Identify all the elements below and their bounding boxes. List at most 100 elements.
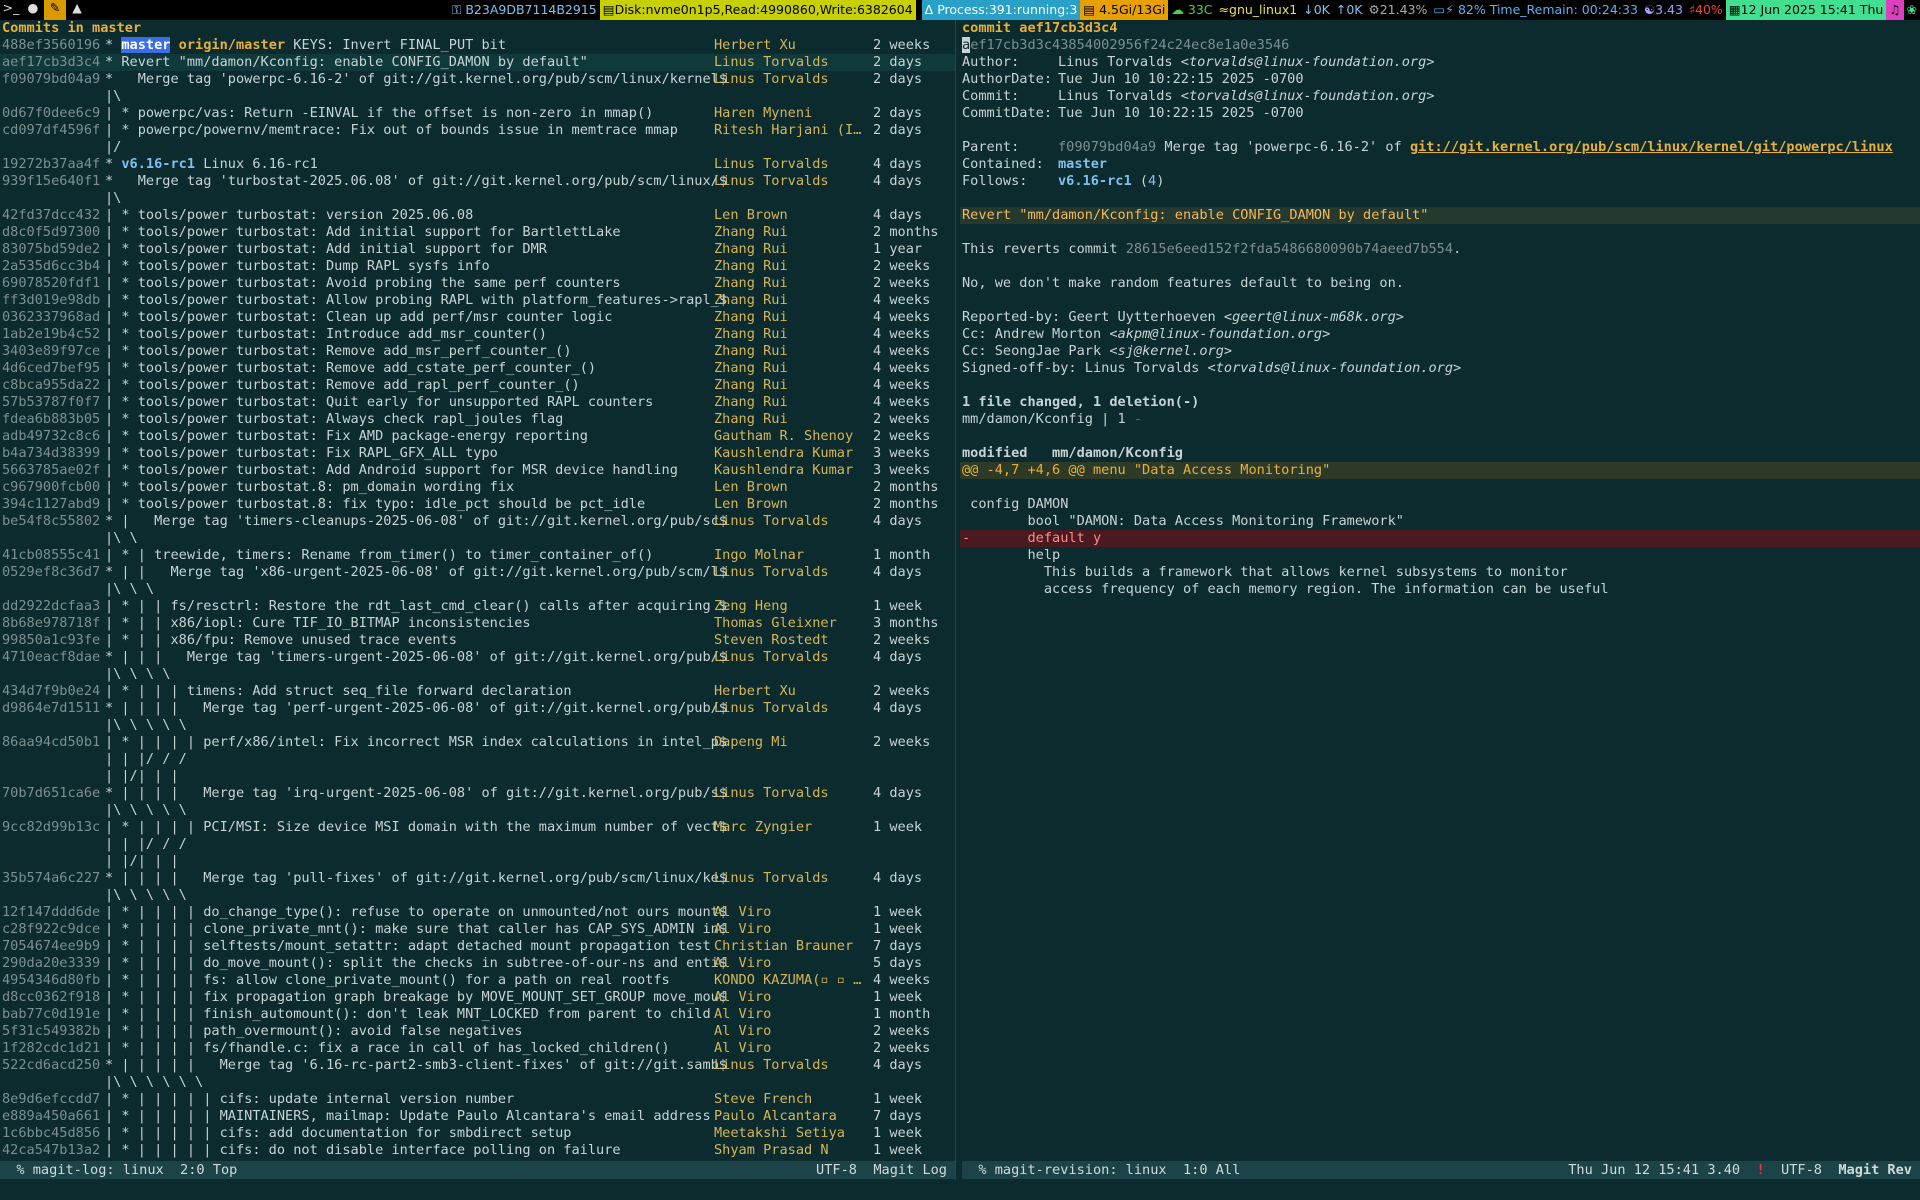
tag-ref[interactable]: v6.16-rc1 — [1058, 173, 1132, 189]
commit-row[interactable]: e889a450a661 | * | | | | | MAINTAINERS, m… — [0, 1108, 955, 1125]
commit-row[interactable]: 12f147ddd6de | * | | | | do_change_type()… — [0, 904, 955, 921]
diffstat-file[interactable]: mm/damon/Kconfig | 1 - — [960, 411, 1920, 428]
commit-row[interactable]: 0529ef8c36d7 * | | Merge tag 'x86-urgent-… — [0, 564, 955, 581]
commit-row[interactable]: 5f31c549382b | * | | | | path_overmount()… — [0, 1023, 955, 1040]
commit-list[interactable]: 488ef3560196 * master origin/master KEYS:… — [0, 37, 955, 1159]
commit-message: * | | | Merge tag 'timers-urgent-2025-06… — [105, 649, 727, 666]
diff-hunk-header[interactable]: @@ -4,7 +4,6 @@ menu "Data Access Monito… — [960, 462, 1920, 479]
parent-hash[interactable]: f09079bd04a9 — [1058, 139, 1156, 155]
tag-ref[interactable]: v6.16-rc1 — [121, 156, 195, 172]
gear-icon: ⚙ — [1368, 2, 1380, 17]
diff-file-header[interactable]: modified mm/damon/Kconfig — [960, 445, 1920, 462]
commit-author: Zhang Rui — [714, 241, 788, 257]
commit-row[interactable]: 394c1127abd9 | * tools/power turbostat.8:… — [0, 496, 955, 513]
commit-row[interactable]: fdea6b883b05 | * tools/power turbostat: A… — [0, 411, 955, 428]
commit-row[interactable]: d9864e7d1511 * | | | | Merge tag 'perf-ur… — [0, 700, 955, 717]
commit-row[interactable]: 4d6ced7bef95 | * tools/power turbostat: R… — [0, 360, 955, 377]
commit-row[interactable]: 41cb08555c41 | * | treewide, timers: Rena… — [0, 547, 955, 564]
commit-summary[interactable]: Revert "mm/damon/Kconfig: enable CONFIG_… — [960, 207, 1920, 224]
commit-row[interactable]: c8bca955da22 | * tools/power turbostat: R… — [0, 377, 955, 394]
commit-row[interactable]: cd097df4596f | * powerpc/powernv/memtrace… — [0, 122, 955, 139]
commit-row[interactable]: 5663785ae02f | * tools/power turbostat: A… — [0, 462, 955, 479]
commit-author: Marc Zyngier — [714, 819, 813, 835]
diff-context-line[interactable]: access frequency of each memory region. … — [960, 581, 1920, 598]
magit-log-pane[interactable]: Commits in master 488ef3560196 * master o… — [0, 20, 955, 1180]
commit-row[interactable]: 35b574a6c227 * | | | | Merge tag 'pull-fi… — [0, 870, 955, 887]
graph-row: |\ — [0, 88, 955, 105]
commit-row[interactable]: 1ab2e19b4c52 | * tools/power turbostat: I… — [0, 326, 955, 343]
arrow-up-icon: ↑ — [1335, 2, 1347, 17]
diff-context-line[interactable]: help — [960, 547, 1920, 564]
diff-context-line[interactable]: config DAMON — [960, 496, 1920, 513]
commit-row[interactable]: 434d7f9b0e24 | * | | | timens: Add struct… — [0, 683, 955, 700]
commit-row[interactable]: 290da20e3339 | * | | | | do_move_mount():… — [0, 955, 955, 972]
reverted-hash[interactable]: 28615e6eed152f2fda5486680090b74aeed7b554 — [1126, 241, 1453, 257]
commit-row[interactable]: 7054674ee9b9 | * | | | | selftests/mount_… — [0, 938, 955, 955]
commit-hash: 7054674ee9b9 — [2, 938, 101, 954]
circle-icon[interactable]: ● — [22, 0, 44, 20]
commit-row[interactable]: d8cc0362f918 | * | | | | fix propagation … — [0, 989, 955, 1006]
commit-row[interactable]: 69078520fdf1 | * tools/power turbostat: A… — [0, 275, 955, 292]
commit-row[interactable]: 0d67f0dee6c9 | * powerpc/vas: Return -EIN… — [0, 105, 955, 122]
commit-row[interactable]: 57b53787f0f7 | * tools/power turbostat: Q… — [0, 394, 955, 411]
diff-context-line[interactable]: This builds a framework that allows kern… — [960, 564, 1920, 581]
commit-subject: Merge tag 'irq-urgent-2025-06-08' of git… — [203, 785, 728, 801]
commit-row[interactable]: 8e9d6efccdd7 | * | | | | | cifs: update i… — [0, 1091, 955, 1108]
commit-subject: tools/power turbostat: Introduce add_msr… — [137, 326, 547, 342]
commit-row[interactable]: 2a535d6cc3b4 | * tools/power turbostat: D… — [0, 258, 955, 275]
diff-removed-line[interactable]: - default y — [960, 530, 1920, 547]
commit-message: | * tools/power turbostat: Always check … — [105, 411, 563, 428]
tray-widget[interactable]: ❀ — [1904, 0, 1920, 20]
commit-row[interactable]: 4710eacf8dae * | | | Merge tag 'timers-ur… — [0, 649, 955, 666]
commit-row[interactable]: d8c0f5d97300 | * tools/power turbostat: A… — [0, 224, 955, 241]
commit-row[interactable]: 83075bd59de2 | * tools/power turbostat: A… — [0, 241, 955, 258]
commit-row[interactable]: 4954346d80fb | * | | | | fs: allow clone_… — [0, 972, 955, 989]
commit-row[interactable]: 1c6bbc45d856 | * | | | | | cifs: add docu… — [0, 1125, 955, 1142]
commit-row[interactable]: f09079bd04a9 * Merge tag 'powerpc-6.16-2'… — [0, 71, 955, 88]
commit-row[interactable]: bab77c0d191e | * | | | | finish_automount… — [0, 1006, 955, 1023]
commit-row[interactable]: 42fd37dcc432 | * tools/power turbostat: v… — [0, 207, 955, 224]
commit-row[interactable]: 1f282cdc1d21 | * | | | | fs/fhandle.c: fi… — [0, 1040, 955, 1057]
commit-row[interactable]: c28f922c9dce | * | | | | clone_private_mn… — [0, 921, 955, 938]
commit-row[interactable]: 86aa94cd50b1 | * | | | | perf/x86/intel: … — [0, 734, 955, 751]
parent-link[interactable]: git://git.kernel.org/pub/scm/linux/kerne… — [1410, 139, 1893, 155]
commit-row[interactable]: 70b7d651ca6e * | | | | Merge tag 'irq-urg… — [0, 785, 955, 802]
commit-row[interactable]: 19272b37aa4f * v6.16-rc1 Linux 6.16-rc1 Li… — [0, 156, 955, 173]
commit-row[interactable]: dd2922dcfaa3 | * | | fs/resctrl: Restore … — [0, 598, 955, 615]
volume-widget[interactable]: ♯40% — [1686, 0, 1726, 20]
commit-row[interactable]: 488ef3560196 * master origin/master KEYS:… — [0, 37, 955, 54]
commit-row[interactable]: be54f8c55802 * | Merge tag 'timers-cleanu… — [0, 513, 955, 530]
commit-row[interactable]: b4a734d38399 | * tools/power turbostat: F… — [0, 445, 955, 462]
diff-context-line[interactable]: bool "DAMON: Data Access Monitoring Fram… — [960, 513, 1920, 530]
commit-row[interactable]: c967900fcb00 | * tools/power turbostat.8:… — [0, 479, 955, 496]
commit-subject: tools/power turbostat: Remove add_cstate… — [137, 360, 597, 376]
commit-row[interactable]: adb49732c8c6 | * tools/power turbostat: F… — [0, 428, 955, 445]
branch-ref[interactable]: origin/master — [179, 37, 285, 53]
commit-author: Shyam Prasad N — [714, 1142, 829, 1158]
graph-lines: | * | | | | — [105, 921, 204, 937]
commit-subject: cifs: update internal version number — [219, 1091, 515, 1107]
music-widget[interactable]: ♫ — [1886, 0, 1904, 20]
brush-icon[interactable]: ✎ — [44, 0, 66, 20]
diff-body[interactable]: config DAMON bool "DAMON: Data Access Mo… — [960, 496, 1920, 598]
branch-ref[interactable]: master — [1058, 156, 1107, 172]
commit-row[interactable]: aef17cb3d3c4 * Revert "mm/damon/Kconfig: … — [0, 54, 955, 71]
commit-message: * Revert "mm/damon/Kconfig: enable CONFI… — [105, 54, 588, 71]
penguin-icon[interactable]: ▲ — [66, 0, 88, 20]
commit-row[interactable]: 0362337968ad | * tools/power turbostat: C… — [0, 309, 955, 326]
commit-date: 5 days — [873, 955, 923, 971]
commit-row[interactable]: 939f15e640f1 * Merge tag 'turbostat-2025.… — [0, 173, 955, 190]
commit-row[interactable]: 99850a1c93fe | * | | x86/fpu: Remove unus… — [0, 632, 955, 649]
commit-row[interactable]: 3403e89f97ce | * tools/power turbostat: R… — [0, 343, 955, 360]
commit-row[interactable]: 9cc82d99b13c | * | | | | PCI/MSI: Size de… — [0, 819, 955, 836]
commit-row[interactable]: 522cd6acd250 * | | | | | Merge tag '6.16-… — [0, 1057, 955, 1074]
terminal-icon[interactable]: >_ — [0, 0, 22, 20]
minibuffer[interactable] — [0, 1180, 1920, 1200]
magit-revision-pane[interactable]: commit aef17cb3d3c4 aef17cb3d3c438540029… — [960, 20, 1920, 1180]
commit-row[interactable]: ff3d019e98db | * tools/power turbostat: A… — [0, 292, 955, 309]
commit-row[interactable]: 8b68e978718f | * | | x86/iopl: Cure TIF_I… — [0, 615, 955, 632]
commit-row[interactable]: 42ca547b13a2 | * | | | | | cifs: do not d… — [0, 1142, 955, 1159]
commit-date: 2 weeks — [873, 1023, 931, 1039]
branch-ref[interactable]: master — [121, 37, 171, 53]
commit-message: * | Merge tag 'timers-cleanups-2025-06-0… — [105, 513, 727, 530]
